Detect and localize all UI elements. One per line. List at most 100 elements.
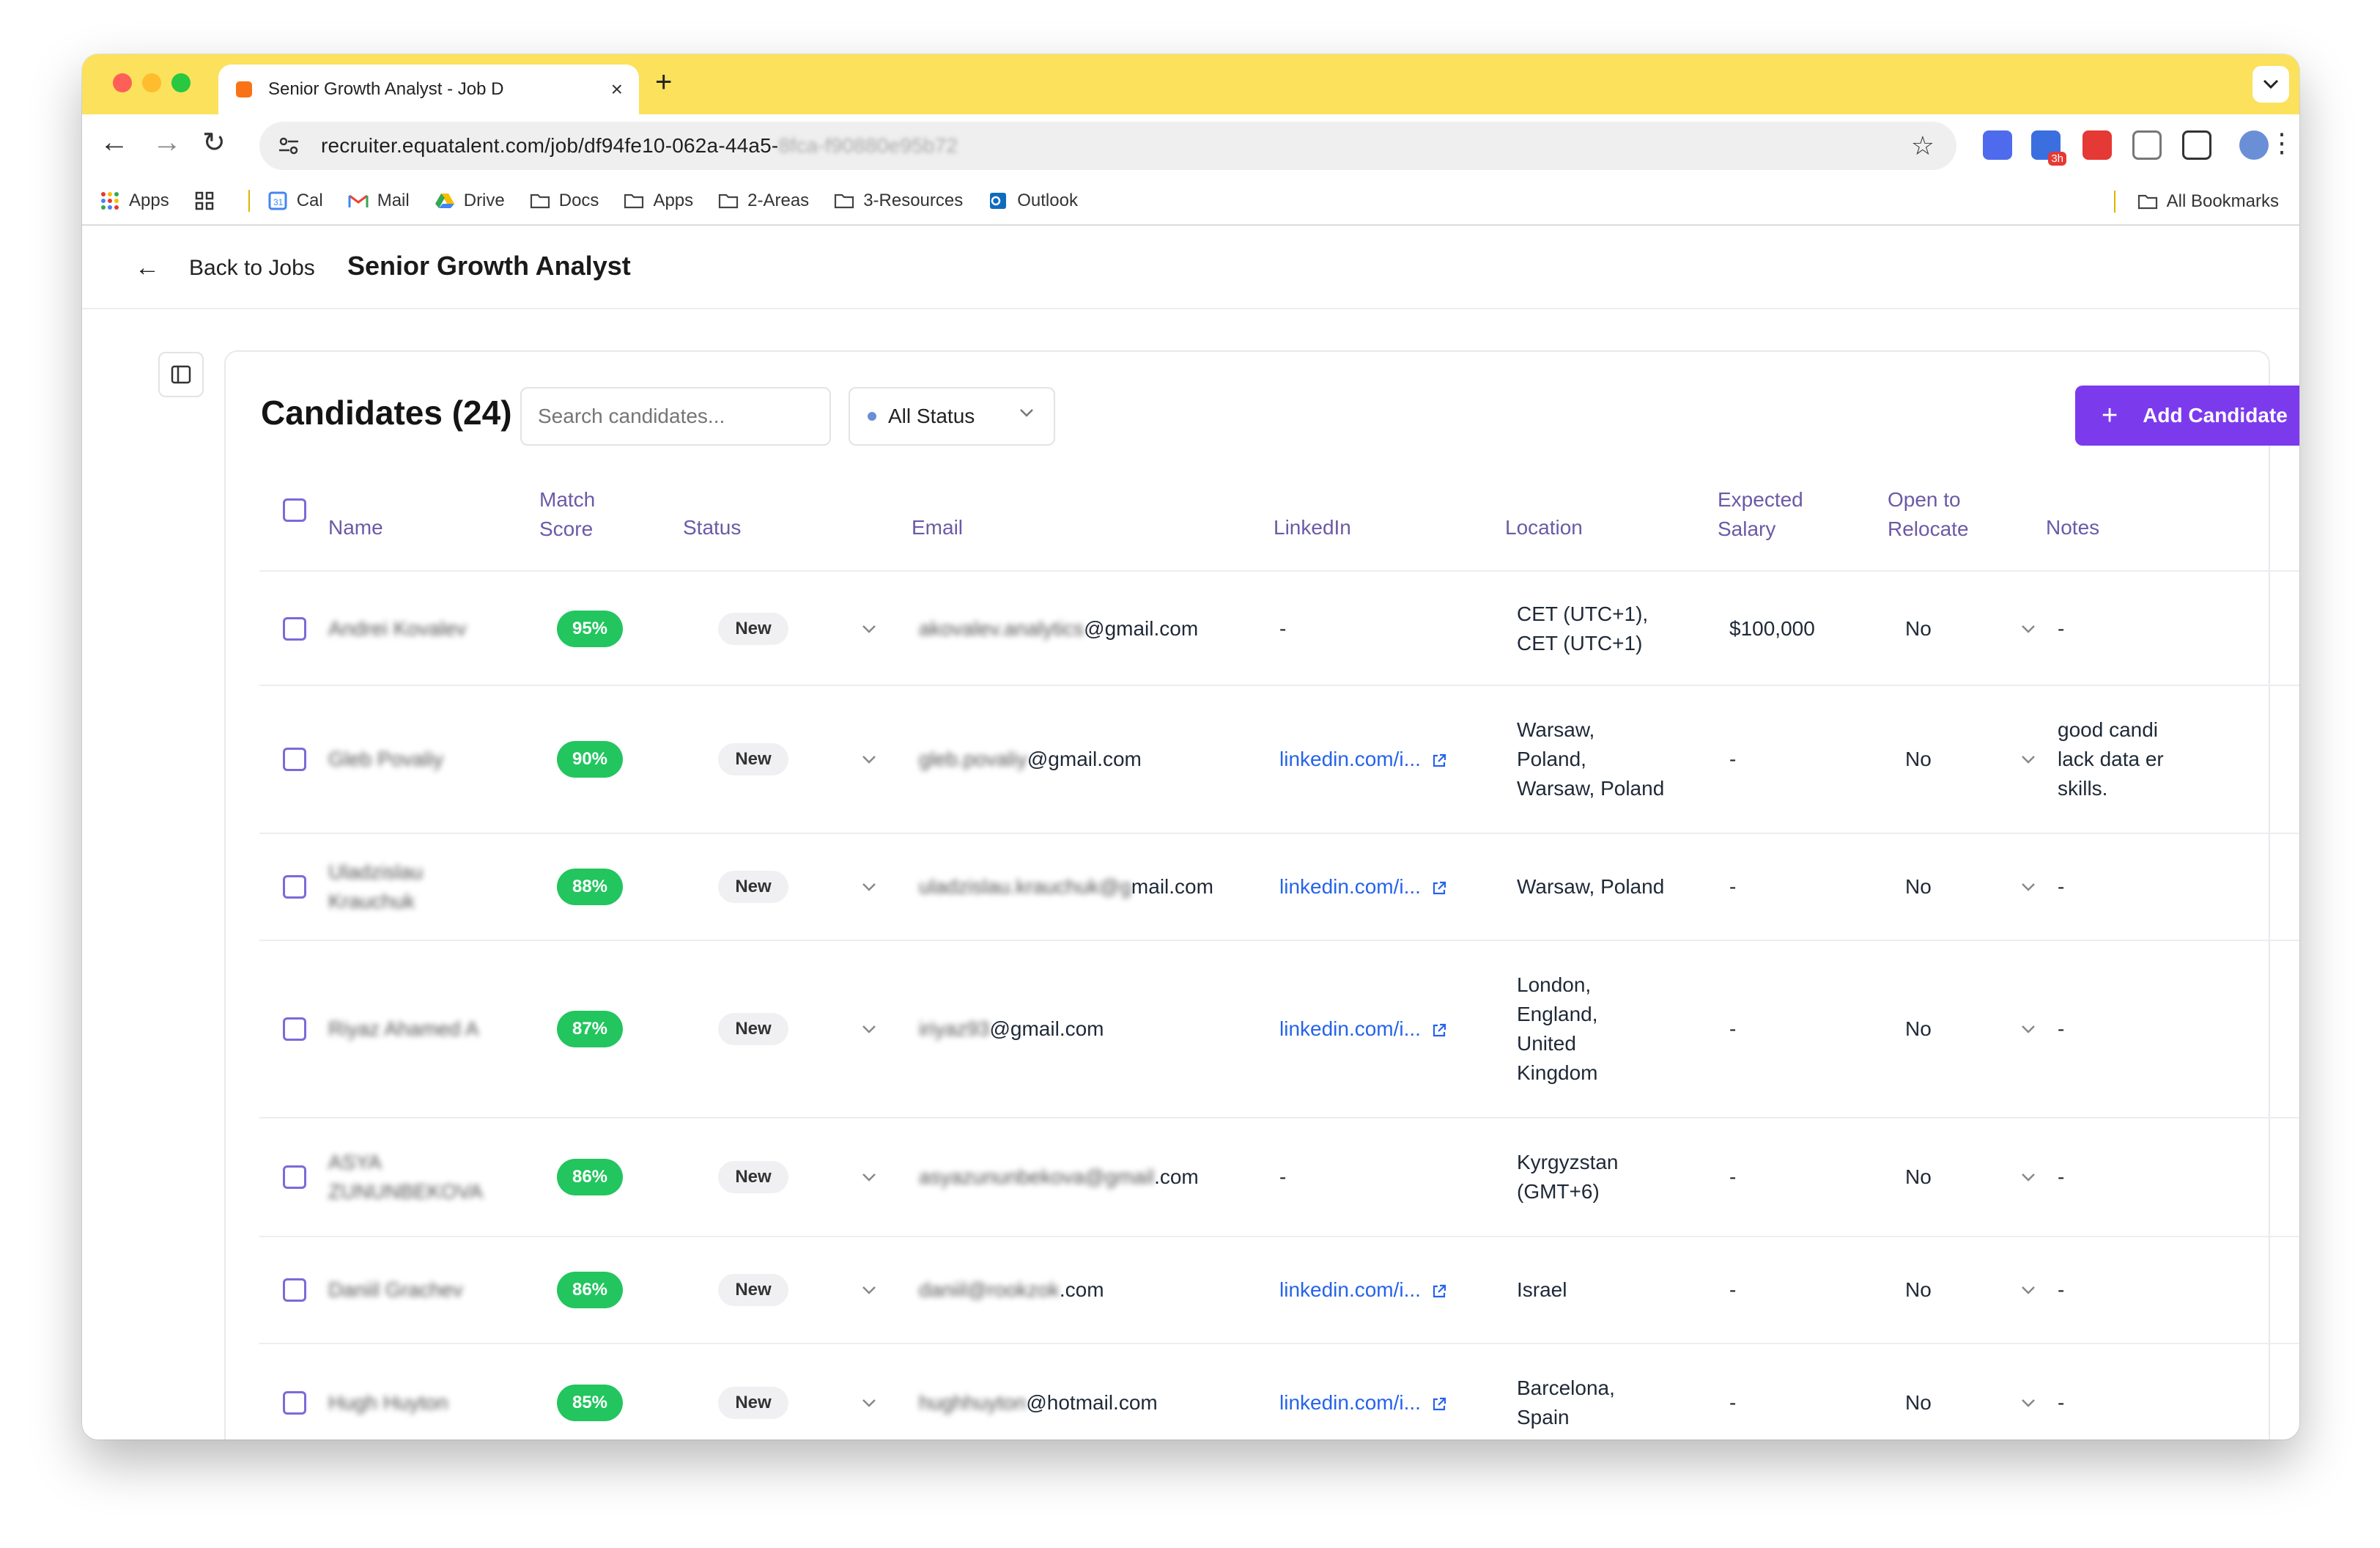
add-candidate-button[interactable]: + Add Candidate <box>2075 386 2299 446</box>
table-row[interactable]: Gleb Povaliy 90% New gleb.povaliy@gmail.… <box>259 686 2299 834</box>
close-window-button[interactable] <box>113 73 132 92</box>
bookmark-drive[interactable]: Drive <box>435 191 505 211</box>
bookmark-docs[interactable]: Docs <box>530 191 599 211</box>
relocate-value[interactable]: No <box>1905 872 1932 902</box>
table-row[interactable]: ASYA ZUNUNBEKOVA 86% New asyazununbekova@… <box>259 1118 2299 1237</box>
status-badge[interactable]: New <box>718 1274 788 1306</box>
col-expected-salary[interactable]: Expected Salary <box>1718 485 1803 544</box>
col-location[interactable]: Location <box>1505 513 1583 542</box>
col-linkedin[interactable]: LinkedIn <box>1274 513 1351 542</box>
candidate-email[interactable]: daniil@rookzok.com <box>919 1275 1104 1305</box>
row-checkbox[interactable] <box>283 875 306 899</box>
col-email[interactable]: Email <box>912 513 963 542</box>
linkedin-link[interactable]: linkedin.com/i... <box>1279 745 1447 774</box>
status-chevron-down-icon[interactable] <box>859 749 879 770</box>
relocate-chevron-down-icon[interactable] <box>2018 1019 2039 1039</box>
bookmark-grid[interactable] <box>194 191 223 211</box>
extension-icon[interactable] <box>1983 130 2012 160</box>
status-chevron-down-icon[interactable] <box>859 1280 879 1300</box>
back-arrow-icon[interactable]: ← <box>100 126 129 159</box>
bookmark-mail[interactable]: Mail <box>348 191 410 211</box>
candidate-name[interactable]: Uladzislau Krauchuk <box>328 858 423 916</box>
linkedin-link[interactable]: linkedin.com/i... <box>1279 1275 1447 1305</box>
relocate-value[interactable]: No <box>1905 1162 1932 1192</box>
status-badge[interactable]: New <box>718 1387 788 1419</box>
col-status[interactable]: Status <box>683 513 741 542</box>
table-row[interactable]: Uladzislau Krauchuk 88% New uladzislau.kr… <box>259 834 2299 941</box>
relocate-value[interactable]: No <box>1905 745 1932 774</box>
row-checkbox[interactable] <box>283 1278 306 1302</box>
row-checkbox[interactable] <box>283 617 306 641</box>
back-to-jobs-link[interactable]: ← Back to Jobs <box>135 254 315 282</box>
col-match-score[interactable]: Match Score <box>539 485 595 544</box>
candidate-name[interactable]: Gleb Povaliy <box>328 745 443 774</box>
status-badge[interactable]: New <box>718 743 788 775</box>
select-all-checkbox[interactable] <box>283 498 306 522</box>
status-chevron-down-icon[interactable] <box>859 877 879 897</box>
col-notes[interactable]: Notes <box>2046 513 2099 542</box>
address-bar[interactable]: recruiter.equatalent.com/job/df94fe10-06… <box>259 122 1956 170</box>
status-chevron-down-icon[interactable] <box>859 1167 879 1187</box>
relocate-chevron-down-icon[interactable] <box>2018 1280 2039 1300</box>
candidate-email[interactable]: akovalev.analytics@gmail.com <box>919 614 1198 644</box>
table-row[interactable]: Andrei Kovalev 95% New akovalev.analytic… <box>259 572 2299 686</box>
bookmark-apps-folder[interactable]: Apps <box>624 191 693 211</box>
candidate-email[interactable]: asyazununbekova@gmail.com <box>919 1162 1199 1192</box>
candidate-name[interactable]: Daniil Grachev <box>328 1275 463 1305</box>
candidate-email[interactable]: iriyaz93@gmail.com <box>919 1014 1104 1044</box>
relocate-chevron-down-icon[interactable] <box>2018 749 2039 770</box>
row-checkbox[interactable] <box>283 1165 306 1189</box>
puzzle-extensions-icon[interactable] <box>2182 130 2211 160</box>
candidate-name[interactable]: Andrei Kovalev <box>328 614 466 644</box>
row-checkbox[interactable] <box>283 1391 306 1415</box>
candidate-email[interactable]: hughhuyton@hotmail.com <box>919 1388 1158 1418</box>
calendar-extension-icon[interactable]: 3h <box>2031 130 2066 166</box>
relocate-value[interactable]: No <box>1905 614 1932 644</box>
all-bookmarks[interactable]: All Bookmarks <box>2113 191 2279 213</box>
relocate-chevron-down-icon[interactable] <box>2018 1393 2039 1413</box>
minimize-window-button[interactable] <box>142 73 161 92</box>
table-row[interactable]: Daniil Grachev 86% New daniil@rookzok.co… <box>259 1237 2299 1344</box>
browser-tab[interactable]: Senior Growth Analyst - Job D × <box>218 64 639 114</box>
linkedin-link[interactable]: linkedin.com/i... <box>1279 872 1447 902</box>
site-info-icon[interactable] <box>276 133 302 159</box>
relocate-chevron-down-icon[interactable] <box>2018 877 2039 897</box>
status-chevron-down-icon[interactable] <box>859 1019 879 1039</box>
relocate-value[interactable]: No <box>1905 1014 1932 1044</box>
status-badge[interactable]: New <box>718 613 788 645</box>
candidate-email[interactable]: gleb.povaliy@gmail.com <box>919 745 1142 774</box>
bookmark-3-resources[interactable]: 3-Resources <box>834 191 963 211</box>
relocate-value[interactable]: No <box>1905 1275 1932 1305</box>
linkedin-link[interactable]: linkedin.com/i... <box>1279 1014 1447 1044</box>
bookmark-2-areas[interactable]: 2-Areas <box>718 191 809 211</box>
bookmark-apps[interactable]: Apps <box>100 191 169 211</box>
search-input[interactable] <box>520 387 831 446</box>
status-badge[interactable]: New <box>718 871 788 903</box>
table-row[interactable]: Riyaz Ahamed A 87% New iriyaz93@gmail.co… <box>259 941 2299 1118</box>
col-open-to-relocate[interactable]: Open to Relocate <box>1888 485 1969 544</box>
bookmark-star-icon[interactable]: ☆ <box>1911 130 1934 161</box>
tab-search-button[interactable] <box>2252 66 2289 103</box>
tab-close-icon[interactable]: × <box>611 78 623 101</box>
status-badge[interactable]: New <box>718 1013 788 1045</box>
forward-arrow-icon[interactable]: → <box>152 126 182 159</box>
menu-kebab-icon[interactable]: ⋮ <box>2269 128 2295 158</box>
status-chevron-down-icon[interactable] <box>859 1393 879 1413</box>
relocate-value[interactable]: No <box>1905 1388 1932 1418</box>
todoist-extension-icon[interactable] <box>2082 130 2112 160</box>
row-checkbox[interactable] <box>283 748 306 771</box>
status-filter-select[interactable]: All Status <box>849 387 1055 446</box>
row-checkbox[interactable] <box>283 1017 306 1041</box>
relocate-chevron-down-icon[interactable] <box>2018 1167 2039 1187</box>
candidate-name[interactable]: Hugh Huyton <box>328 1388 448 1418</box>
status-badge[interactable]: New <box>718 1161 788 1193</box>
col-name[interactable]: Name <box>328 513 383 542</box>
relocate-chevron-down-icon[interactable] <box>2018 619 2039 639</box>
status-chevron-down-icon[interactable] <box>859 619 879 639</box>
profile-avatar-icon[interactable] <box>2239 130 2269 160</box>
camera-extension-icon[interactable] <box>2132 130 2162 160</box>
table-row[interactable]: Hugh Huyton 85% New hughhuyton@hotmail.c… <box>259 1344 2299 1440</box>
bookmark-outlook[interactable]: Outlook <box>988 191 1078 211</box>
sidebar-toggle-button[interactable] <box>158 352 204 397</box>
bookmark-cal[interactable]: 31 Cal <box>267 191 323 211</box>
